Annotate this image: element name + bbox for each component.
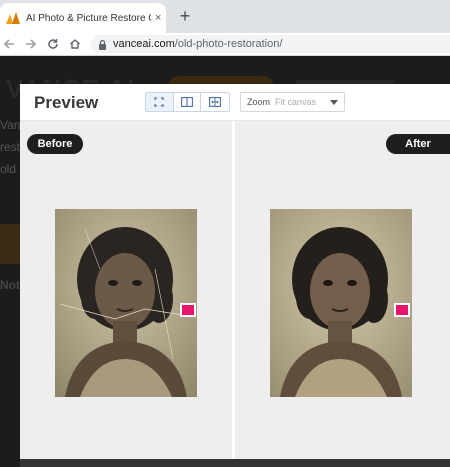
site-text-line: Van <box>0 118 21 132</box>
after-label: After <box>386 134 450 154</box>
split-view-icon <box>181 97 193 107</box>
vanceai-favicon-icon <box>6 12 20 24</box>
restored-photo <box>270 209 412 397</box>
site-band <box>0 224 20 264</box>
before-pane: Before <box>20 121 232 459</box>
modal-header: Preview Zoom Fit canvas <box>20 84 450 121</box>
slider-compare-view-button[interactable] <box>201 93 229 111</box>
fullscreen-icon <box>154 97 164 107</box>
modal-footer <box>20 459 450 467</box>
browser-tabstrip: AI Photo & Picture Restore Onli × + <box>0 0 450 33</box>
reload-icon[interactable] <box>44 33 62 55</box>
site-text-line: old <box>0 162 17 176</box>
compare-slider-handle[interactable] <box>180 303 196 317</box>
tab-close-icon[interactable]: × <box>155 12 161 24</box>
url-path: /old-photo-restoration/ <box>174 38 283 50</box>
before-label: Before <box>27 134 83 154</box>
home-icon[interactable] <box>66 33 84 55</box>
preview-modal: Preview Zoom Fit canvas Before After <box>20 84 450 467</box>
tab-title: AI Photo & Picture Restore Onli <box>26 12 151 24</box>
forward-arrow-icon[interactable] <box>22 33 40 55</box>
compare-slider-handle[interactable] <box>394 303 410 317</box>
fullscreen-view-button[interactable] <box>146 93 174 111</box>
after-pane: After <box>235 121 450 459</box>
address-bar[interactable]: vanceai.com/old-photo-restoration/ <box>91 35 450 53</box>
new-tab-button[interactable]: + <box>176 6 194 26</box>
url-domain: vanceai.com <box>113 38 175 50</box>
zoom-label: Zoom <box>247 97 271 107</box>
browser-toolbar: vanceai.com/old-photo-restoration/ <box>0 33 450 56</box>
back-arrow-icon[interactable] <box>0 33 18 55</box>
modal-title: Preview <box>34 93 99 112</box>
zoom-value: Fit canvas <box>275 97 317 107</box>
browser-tab[interactable]: AI Photo & Picture Restore Onli × <box>0 3 166 33</box>
compare-slider-icon <box>209 97 222 107</box>
site-text-line: rest <box>0 140 21 154</box>
original-photo <box>55 209 197 397</box>
lock-icon <box>98 39 107 50</box>
site-text-line: Not <box>0 278 20 292</box>
zoom-select[interactable]: Zoom Fit canvas <box>240 92 345 112</box>
chevron-down-icon <box>330 99 338 105</box>
side-by-side-view-button[interactable] <box>174 93 202 111</box>
view-mode-group <box>145 92 230 112</box>
